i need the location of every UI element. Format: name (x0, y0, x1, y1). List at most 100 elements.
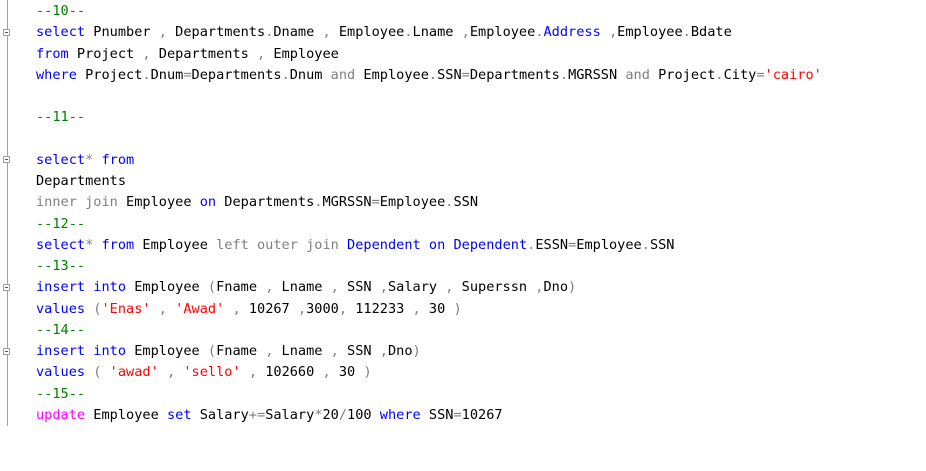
token-keyword: Address (543, 24, 601, 41)
token-identifier: Employee (85, 406, 167, 423)
token-operator: join (85, 194, 118, 211)
token-identifier: Project (68, 45, 143, 62)
token-operator: . (404, 24, 413, 41)
token-identifier: Departments (150, 45, 258, 62)
token-operator: left (216, 236, 249, 253)
token-identifier: Lname (273, 279, 331, 296)
token-identifier: Lname (412, 24, 462, 41)
token-keyword: into (93, 279, 127, 296)
token-identifier: SSN (338, 343, 380, 359)
token-identifier: Salary (265, 406, 315, 423)
token-identifier: MGRSSN (568, 66, 626, 83)
token-identifier (249, 237, 257, 253)
token-keyword: from (93, 236, 135, 253)
token-operator: . (682, 24, 691, 41)
token-keyword: Dependent (347, 236, 421, 253)
token-keyword: where (36, 66, 77, 83)
token-identifier: Salary (387, 279, 446, 296)
token-keyword: where (379, 406, 421, 423)
token-identifier (601, 24, 609, 40)
token-operator: inner (36, 194, 77, 211)
token-identifier: Departments (166, 24, 266, 41)
token-identifier (339, 237, 347, 253)
token-identifier: Departments (36, 173, 127, 189)
token-comment: --14-- (36, 321, 86, 338)
token-identifier: 102660 (257, 364, 323, 381)
sql-query-editor[interactable]: --10-- select Pnumber , Departments. Dname… (0, 0, 926, 471)
token-identifier: Departments (216, 194, 315, 211)
token-identifier: Dnum (289, 66, 331, 83)
token-string-literal: 'cairo' (764, 66, 822, 83)
token-operator: outer (257, 236, 298, 253)
token-operator: ) (412, 343, 421, 359)
code-line[interactable]: values ('Enas' , 'Awad' , 10267 ,3000, 1… (36, 299, 462, 320)
token-operator: = (461, 66, 470, 83)
collapse-block-icon[interactable] (3, 29, 10, 36)
code-line[interactable] (36, 86, 44, 107)
code-line[interactable]: update Employee set Salary+=Salary*20/10… (36, 405, 503, 426)
token-identifier: Employee (330, 24, 405, 41)
token-identifier (77, 194, 85, 210)
code-line[interactable]: --11-- (36, 107, 85, 128)
code-line[interactable]: inner join Employee on Departments.MGRSS… (36, 192, 478, 213)
code-line[interactable]: insert into Employee (Fname , Lname , SS… (36, 341, 421, 362)
token-keyword: insert (36, 343, 86, 359)
code-line[interactable]: where Project.Dnum=Departments.Dnum and … (36, 65, 822, 86)
token-identifier: Departments (191, 66, 282, 83)
token-identifier: Project (76, 66, 143, 83)
token-string-literal: 'Awad' (175, 300, 225, 317)
code-line[interactable]: --14-- (36, 320, 85, 341)
token-identifier: 10267 (240, 300, 298, 317)
token-identifier: Employee (117, 194, 200, 211)
token-comment: --15-- (36, 385, 86, 402)
code-line[interactable]: Departments (36, 171, 126, 192)
token-identifier: Fname (216, 343, 266, 359)
code-line[interactable]: --13-- (36, 256, 85, 277)
token-operator: , (232, 300, 241, 317)
token-identifier: 112233 (347, 300, 413, 317)
token-operator: . (281, 66, 290, 83)
token-operator: , (379, 279, 388, 296)
token-string-literal: 'sello' (183, 364, 241, 381)
token-operator: . (715, 66, 724, 83)
code-line[interactable]: from Project , Departments , Employee (36, 44, 339, 65)
code-line[interactable]: --10-- (36, 1, 85, 22)
token-identifier: Employee (126, 343, 208, 359)
token-identifier: Lname (273, 343, 331, 359)
code-line[interactable] (36, 129, 44, 150)
code-line[interactable]: select* from Employee left outer join De… (36, 235, 675, 256)
token-operator: , (338, 300, 348, 317)
collapse-block-icon[interactable] (3, 348, 10, 355)
token-operator: join (306, 236, 339, 253)
token-keyword: on (428, 236, 446, 253)
token-identifier: MGRSSN (322, 194, 372, 211)
token-operator: ) (453, 300, 462, 317)
token-keyword: on (199, 194, 217, 211)
token-identifier (167, 301, 175, 317)
code-line[interactable]: --15-- (36, 384, 85, 405)
token-identifier: Salary (191, 406, 249, 423)
token-comment: --11-- (36, 109, 86, 126)
token-keyword: set (166, 406, 192, 423)
code-line[interactable]: --12-- (36, 214, 85, 235)
token-identifier: 100 (347, 406, 380, 423)
token-identifier: SSN (338, 279, 380, 296)
token-identifier (241, 364, 249, 380)
token-identifier: SSN (453, 194, 479, 211)
token-operator: . (559, 66, 569, 83)
code-line[interactable]: select* from (36, 150, 134, 171)
token-keyword: values (36, 300, 86, 317)
collapse-block-icon[interactable] (3, 156, 10, 163)
token-identifier: Dno (543, 279, 569, 296)
code-line[interactable]: select Pnumber , Departments. Dname , Emp… (36, 22, 732, 43)
token-identifier: 30 (330, 364, 364, 381)
token-identifier: Superssn (453, 279, 536, 296)
code-line[interactable]: insert into Employee (Fname , Lname , SS… (36, 277, 576, 298)
token-identifier: Employee (469, 24, 536, 41)
token-operator: = (183, 66, 192, 83)
code-line[interactable]: values ( 'awad' , 'sello' , 102660 , 30 … (36, 362, 372, 383)
token-operator: , (248, 364, 258, 381)
token-operator: ( (207, 343, 217, 359)
collapse-block-icon[interactable] (3, 284, 10, 291)
token-operator: , (158, 24, 167, 41)
